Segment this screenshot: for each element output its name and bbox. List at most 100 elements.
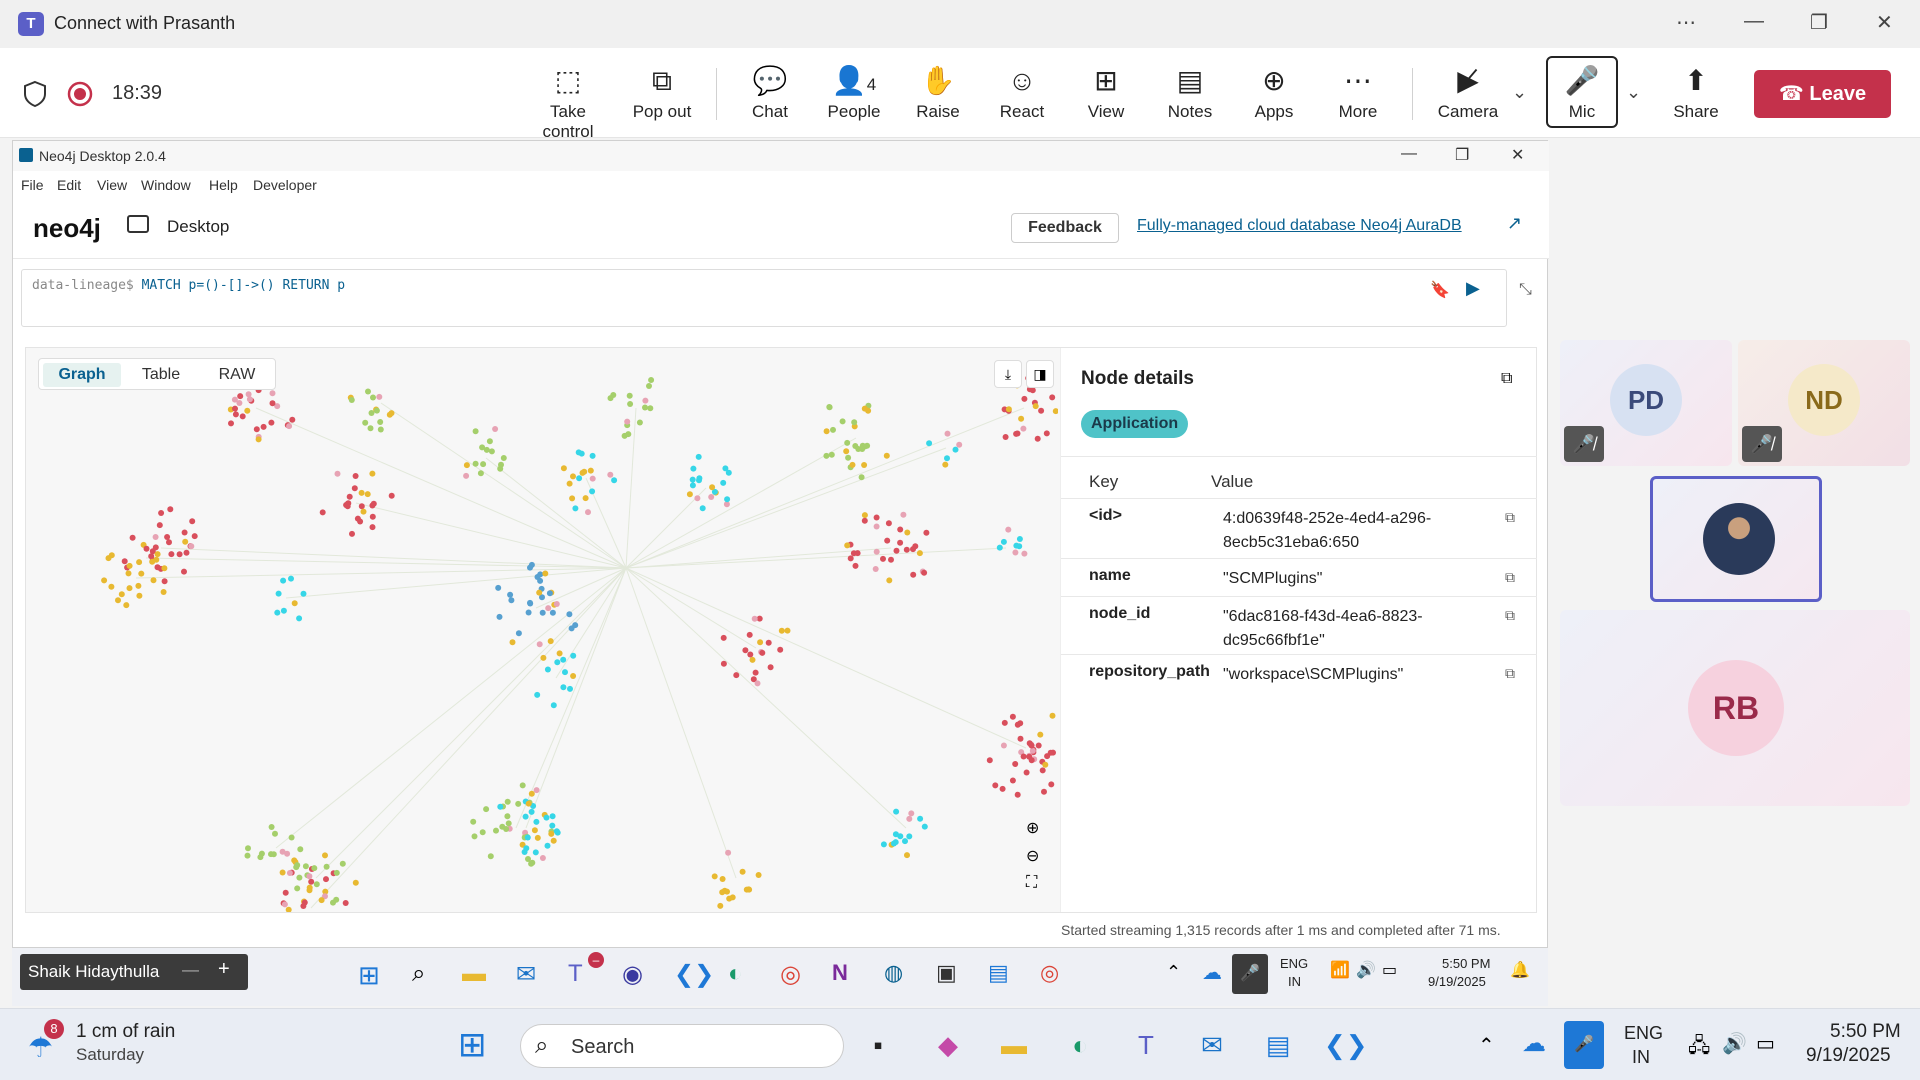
outlook-icon[interactable]: ✉: [516, 960, 536, 989]
node-label-badge[interactable]: Application: [1081, 410, 1189, 438]
file-explorer-icon[interactable]: ▬: [994, 1025, 1034, 1065]
take-control-button[interactable]: ⬚ Take control: [528, 62, 608, 142]
share-button[interactable]: ⬆ Share: [1656, 62, 1736, 122]
vscode-icon[interactable]: ❮❯: [674, 960, 714, 989]
chevron-up-icon[interactable]: ⌃: [1166, 962, 1181, 983]
volume-icon[interactable]: 🔊: [1722, 1031, 1747, 1056]
graph-canvas[interactable]: Graph Table RAW ⤓ ◨ ⊕ ⊖ ⛶: [26, 348, 1058, 912]
notepad-icon[interactable]: ▤: [1258, 1025, 1298, 1065]
leave-button[interactable]: ☎ Leave: [1754, 70, 1891, 118]
camera-button[interactable]: ▶̸ Camera: [1428, 62, 1508, 122]
battery-icon[interactable]: ▭: [1756, 1031, 1775, 1056]
menu-window[interactable]: Window: [141, 177, 191, 193]
wifi-icon[interactable]: 📶: [1330, 960, 1350, 980]
presenter-name-tag[interactable]: Shaik Hidaythulla — +: [20, 954, 248, 990]
windows-start-icon[interactable]: ⊞: [358, 960, 380, 991]
zoom-out-icon[interactable]: ⊖: [1026, 846, 1039, 866]
edge-icon[interactable]: ◐: [1060, 1025, 1100, 1065]
graph-visualization[interactable]: [26, 348, 1058, 912]
menu-help[interactable]: Help: [209, 177, 238, 193]
neo4j-taskbar-icon[interactable]: ◍: [884, 960, 903, 986]
menu-edit[interactable]: Edit: [57, 177, 81, 193]
tab-graph[interactable]: Graph: [43, 363, 121, 387]
run-icon[interactable]: ▶: [1466, 278, 1480, 299]
clock-time[interactable]: 5:50 PM: [1830, 1021, 1901, 1043]
chrome-profile-icon[interactable]: ◎: [1040, 960, 1059, 986]
download-icon[interactable]: ⤓: [994, 360, 1022, 388]
pop-out-button[interactable]: ⧉ Pop out: [622, 62, 702, 122]
people-button[interactable]: 👤4 People: [814, 62, 894, 122]
windows-start-icon[interactable]: ⊞: [458, 1025, 487, 1065]
minimize-icon[interactable]: —: [1744, 10, 1764, 33]
mic-options-chevron-icon[interactable]: ⌄: [1626, 82, 1641, 103]
feedback-button[interactable]: Feedback: [1011, 213, 1119, 243]
notification-bell-icon[interactable]: 🔔: [1510, 960, 1530, 980]
weather-title[interactable]: 1 cm of rain: [76, 1021, 175, 1043]
copy-icon[interactable]: ⧉: [1505, 509, 1515, 526]
close-icon[interactable]: ✕: [1876, 10, 1893, 35]
participant-tile[interactable]: ND 🎤̸: [1738, 340, 1910, 466]
language-indicator[interactable]: ENG: [1624, 1023, 1663, 1044]
self-video-tile[interactable]: [1650, 476, 1822, 602]
copy-icon[interactable]: ⧉: [1505, 665, 1515, 682]
teams-icon[interactable]: T: [568, 960, 583, 988]
vscode-icon[interactable]: ❮❯: [1324, 1025, 1368, 1065]
auradb-link[interactable]: Fully-managed cloud database Neo4j AuraD…: [1137, 217, 1462, 235]
clock-time[interactable]: 5:50 PM: [1442, 956, 1490, 971]
volume-icon[interactable]: 🔊: [1356, 960, 1376, 980]
m365-icon[interactable]: ◆: [928, 1025, 968, 1065]
mic-in-use-icon[interactable]: 🎤: [1232, 954, 1268, 994]
terminal-icon[interactable]: ▣: [936, 960, 957, 986]
onedrive-icon[interactable]: ☁: [1522, 1029, 1546, 1058]
minus-icon[interactable]: —: [182, 960, 199, 980]
zoom-in-icon[interactable]: ⊕: [1026, 818, 1039, 838]
tab-raw[interactable]: RAW: [201, 363, 273, 387]
toggle-panel-icon[interactable]: ◨: [1026, 360, 1054, 388]
restore-icon[interactable]: ❐: [1810, 10, 1828, 35]
chrome-icon[interactable]: ◎: [780, 960, 801, 989]
view-button[interactable]: ⊞ View: [1066, 62, 1146, 122]
fit-to-screen-icon[interactable]: ⛶: [1026, 874, 1037, 892]
outlook-icon[interactable]: ✉: [1192, 1025, 1232, 1065]
restore-icon[interactable]: ❐: [1455, 145, 1469, 165]
copy-icon[interactable]: ⧉: [1505, 569, 1515, 586]
notepad-icon[interactable]: ▤: [988, 960, 1009, 986]
mic-in-use-icon[interactable]: 🎤: [1564, 1021, 1604, 1069]
more-button[interactable]: ⋯ More: [1318, 62, 1398, 122]
camera-options-chevron-icon[interactable]: ⌄: [1512, 82, 1527, 103]
menu-file[interactable]: File: [21, 177, 44, 193]
onedrive-icon[interactable]: ☁: [1202, 960, 1222, 985]
chat-button[interactable]: 💬 Chat: [730, 62, 810, 122]
network-icon[interactable]: 🖧: [1688, 1031, 1710, 1065]
bookmark-icon[interactable]: 🔖: [1430, 280, 1450, 300]
task-view-icon[interactable]: ▪: [858, 1025, 898, 1065]
close-icon[interactable]: ✕: [1511, 145, 1524, 165]
raise-hand-button[interactable]: ✋ Raise: [898, 62, 978, 122]
file-explorer-icon[interactable]: ▬: [462, 960, 486, 988]
tab-table[interactable]: Table: [125, 363, 197, 387]
mic-button[interactable]: 🎤 Mic: [1546, 56, 1618, 128]
minimize-icon[interactable]: —: [1401, 145, 1417, 163]
apps-button[interactable]: ⊕ Apps: [1234, 62, 1314, 122]
cypher-editor[interactable]: data-lineage$ MATCH p=()-[]->() RETURN p…: [21, 269, 1507, 327]
react-button[interactable]: ☺ React: [982, 62, 1062, 122]
more-options-icon[interactable]: ⋯: [1676, 10, 1696, 35]
plus-icon[interactable]: +: [218, 958, 230, 981]
language-indicator[interactable]: ENG: [1280, 956, 1308, 971]
edge-icon[interactable]: ◐: [728, 960, 743, 988]
battery-icon[interactable]: ▭: [1382, 960, 1397, 980]
teams-icon[interactable]: T: [1126, 1025, 1166, 1065]
search-icon[interactable]: ⌕: [412, 960, 425, 988]
menu-view[interactable]: View: [97, 177, 127, 193]
copy-icon[interactable]: ⧉: [1505, 607, 1515, 624]
notes-button[interactable]: ▤ Notes: [1150, 62, 1230, 122]
collapse-icon[interactable]: ⤡: [1519, 281, 1532, 299]
editor-query[interactable]: MATCH p=()-[]->() RETURN p: [142, 278, 346, 293]
taskbar-search[interactable]: ⌕ Search: [520, 1024, 844, 1068]
menu-developer[interactable]: Developer: [253, 177, 317, 193]
onenote-icon[interactable]: N: [832, 960, 848, 986]
app-icon[interactable]: ◉: [622, 960, 643, 989]
chevron-up-icon[interactable]: ⌃: [1478, 1033, 1495, 1058]
participant-tile[interactable]: PD 🎤̸: [1560, 340, 1732, 466]
copy-icon[interactable]: ⧉: [1501, 370, 1512, 388]
